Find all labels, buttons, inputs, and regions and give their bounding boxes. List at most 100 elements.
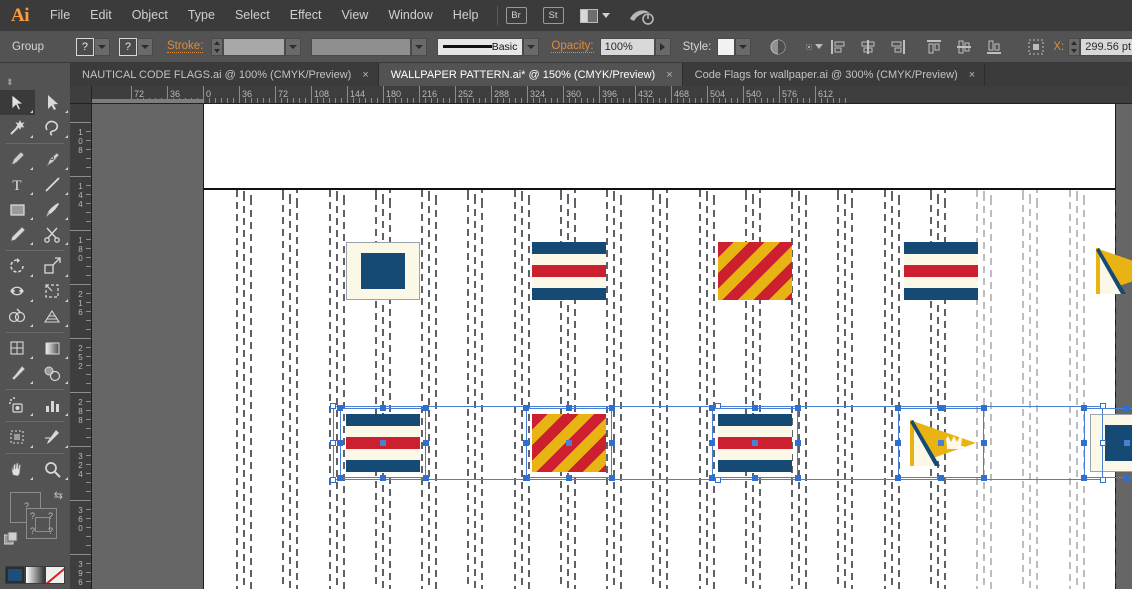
menu-object[interactable]: Object — [122, 0, 178, 31]
horizontal-ruler[interactable]: 72 36 0 36 72 108 144 180 216 252 288 324 360 396 432 4… — [92, 86, 1132, 104]
selection-handle[interactable] — [523, 475, 529, 481]
selection-tool[interactable] — [0, 90, 35, 115]
menu-effect[interactable]: Effect — [280, 0, 332, 31]
selection-handle[interactable] — [795, 475, 801, 481]
selection-handle[interactable] — [752, 405, 758, 411]
stroke-label[interactable]: Stroke: — [166, 40, 204, 53]
selection-handle[interactable] — [523, 440, 529, 446]
ruler-corner[interactable] — [70, 86, 92, 104]
symbol-sprayer-tool[interactable] — [0, 393, 35, 418]
document-tab-2[interactable]: Code Flags for wallpaper.ai @ 300% (CMYK… — [682, 63, 986, 86]
x-stepper[interactable] — [1068, 37, 1081, 56]
lasso-tool[interactable] — [35, 115, 70, 140]
selection-handle[interactable] — [609, 405, 615, 411]
selection-handle[interactable] — [709, 440, 715, 446]
opacity-mask-icon[interactable] — [769, 38, 787, 56]
eyedropper-tool[interactable] — [0, 361, 35, 386]
close-icon[interactable]: × — [666, 69, 672, 81]
document-tab-0[interactable]: NAUTICAL CODE FLAGS.ai @ 100% (CMYK/Prev… — [70, 63, 379, 86]
none-mode-button[interactable] — [45, 566, 65, 584]
menu-view[interactable]: View — [331, 0, 378, 31]
stroke-weight-dropdown[interactable] — [285, 37, 302, 56]
menu-window[interactable]: Window — [378, 0, 442, 31]
selection-handle[interactable] — [981, 405, 987, 411]
scissors-tool[interactable] — [35, 222, 70, 247]
align-to-selection-icon[interactable] — [1027, 38, 1045, 56]
close-icon[interactable]: × — [362, 69, 368, 81]
transform-panel-button[interactable] — [805, 38, 824, 56]
opacity-dropdown[interactable] — [654, 37, 671, 56]
color-mode-button[interactable] — [5, 566, 25, 584]
flag-pennant-crown[interactable] — [1090, 242, 1132, 300]
stroke-dropdown-button[interactable] — [136, 37, 153, 56]
selection-handle[interactable] — [330, 403, 336, 409]
stroke-profile-field[interactable] — [311, 37, 412, 56]
selection-handle[interactable] — [380, 475, 386, 481]
pencil-tool[interactable] — [0, 222, 35, 247]
selection-handle[interactable] — [337, 475, 343, 481]
flag-diagonal-y[interactable] — [718, 242, 792, 300]
free-transform-tool[interactable] — [35, 279, 70, 304]
rectangle-tool[interactable] — [0, 197, 35, 222]
stroke-color-button[interactable]: ? — [118, 37, 137, 56]
align-center-horizontal-icon[interactable] — [859, 39, 877, 55]
selection-handle[interactable] — [752, 475, 758, 481]
cc-libraries-icon[interactable] — [628, 6, 654, 26]
opacity-label[interactable]: Opacity: — [551, 40, 594, 53]
line-segment-tool[interactable] — [35, 172, 70, 197]
fill-dropdown-button[interactable] — [93, 37, 110, 56]
curvature-tool[interactable] — [35, 147, 70, 172]
swap-fill-stroke-icon[interactable]: ⇆ — [54, 489, 63, 502]
selection-handle[interactable] — [895, 475, 901, 481]
default-fill-stroke-icon[interactable] — [3, 531, 18, 546]
artboard[interactable] — [203, 104, 1132, 589]
rotate-tool[interactable] — [0, 254, 35, 279]
graphic-style-swatch[interactable] — [717, 37, 736, 56]
selection-handle[interactable] — [1081, 405, 1087, 411]
selection-handle[interactable] — [1124, 405, 1130, 411]
brush-definition-field[interactable]: Basic — [437, 37, 524, 56]
document-tab-1[interactable]: WALLPAPER PATTERN.ai* @ 150% (CMYK/Previ… — [378, 63, 683, 86]
selection-handle[interactable] — [795, 440, 801, 446]
selection-handle[interactable] — [380, 405, 386, 411]
selection-handle[interactable] — [895, 440, 901, 446]
selection-handle[interactable] — [981, 440, 987, 446]
vertical-ruler[interactable]: 108 144 180 216 252 288 324 360 396 — [70, 104, 92, 589]
selection-handle[interactable] — [1081, 475, 1087, 481]
opacity-field[interactable]: 100% — [599, 37, 655, 56]
selection-handle[interactable] — [709, 475, 715, 481]
graphic-style-dropdown[interactable] — [735, 37, 752, 56]
selection-handle[interactable] — [330, 440, 336, 446]
mesh-tool[interactable] — [0, 336, 35, 361]
selection-handle[interactable] — [566, 475, 572, 481]
bridge-button[interactable]: Br — [505, 7, 527, 24]
stroke-weight-field[interactable] — [223, 37, 286, 56]
selection-handle[interactable] — [337, 440, 343, 446]
menu-select[interactable]: Select — [225, 0, 280, 31]
selection-handle[interactable] — [337, 405, 343, 411]
zoom-tool[interactable] — [35, 457, 70, 482]
slice-tool[interactable] — [35, 425, 70, 450]
shape-builder-tool[interactable] — [0, 304, 35, 329]
column-graph-tool[interactable] — [35, 393, 70, 418]
align-right-icon[interactable] — [889, 39, 907, 55]
menu-edit[interactable]: Edit — [80, 0, 122, 31]
stock-button[interactable]: St — [542, 7, 564, 24]
brush-dropdown[interactable] — [523, 37, 540, 56]
x-coordinate-field[interactable]: 299.56 pt — [1080, 37, 1132, 56]
perspective-grid-tool[interactable] — [35, 304, 70, 329]
artboard-tool[interactable] — [0, 425, 35, 450]
pen-tool[interactable] — [0, 147, 35, 172]
selection-handle[interactable] — [938, 475, 944, 481]
selection-handle[interactable] — [1124, 475, 1130, 481]
menu-help[interactable]: Help — [443, 0, 489, 31]
selection-handle[interactable] — [795, 405, 801, 411]
width-tool[interactable] — [0, 279, 35, 304]
stroke-profile-dropdown[interactable] — [411, 37, 428, 56]
selection-handle[interactable] — [566, 405, 572, 411]
close-icon[interactable]: × — [969, 69, 975, 81]
align-top-icon[interactable] — [925, 39, 943, 55]
selection-handle[interactable] — [330, 477, 336, 483]
selection-handle[interactable] — [423, 475, 429, 481]
gradient-mode-button[interactable] — [25, 566, 45, 584]
